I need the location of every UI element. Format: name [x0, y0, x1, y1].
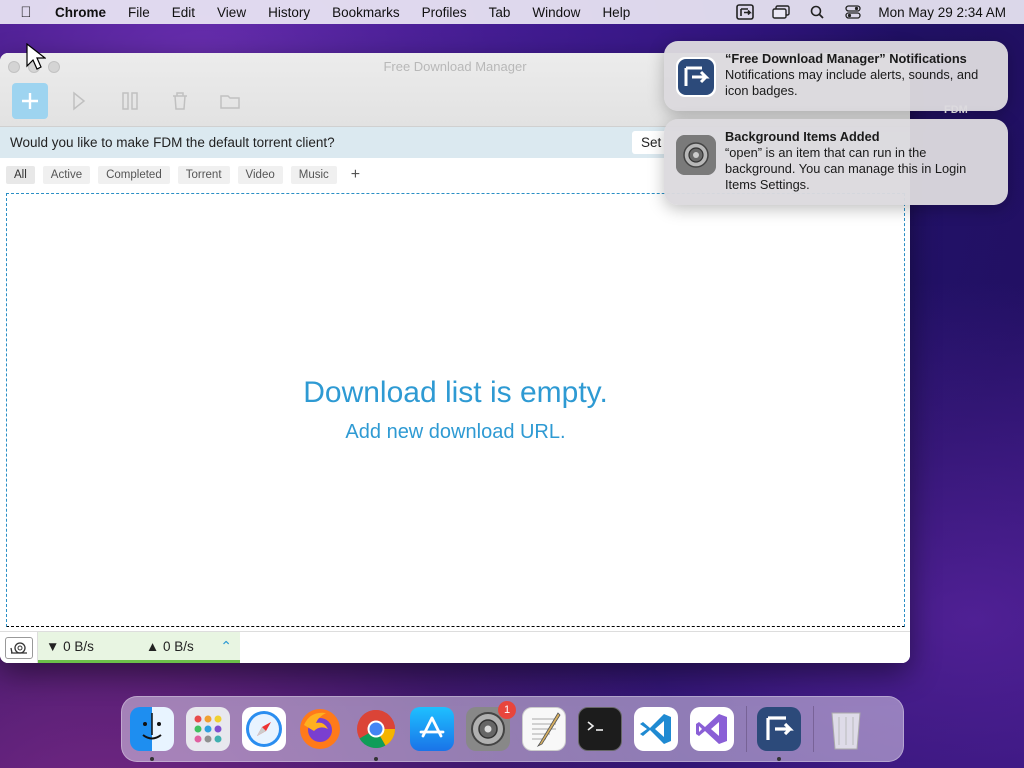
notification-title: Background Items Added	[725, 129, 880, 144]
pause-button[interactable]	[112, 83, 148, 119]
dock-separator	[746, 706, 747, 752]
menu-window[interactable]: Window	[521, 5, 591, 20]
visual-studio-icon[interactable]	[690, 707, 734, 751]
snail-icon	[4, 636, 33, 659]
finder-icon[interactable]	[130, 707, 174, 761]
firefox-icon[interactable]	[298, 707, 342, 751]
tab-all[interactable]: All	[6, 165, 35, 184]
add-download-button[interactable]	[12, 83, 48, 119]
toolbar	[12, 83, 248, 119]
system-settings-dock-icon[interactable]: 1	[466, 701, 516, 751]
tab-video[interactable]: Video	[237, 165, 283, 184]
chrome-icon[interactable]	[354, 707, 398, 761]
fdm-icon	[676, 57, 716, 97]
add-download-url-link[interactable]: Add new download URL.	[7, 421, 904, 444]
spotlight-search-icon[interactable]	[806, 4, 828, 20]
menu-bar:  Chrome File Edit View History Bookmark…	[0, 0, 1024, 24]
mouse-cursor-icon	[26, 43, 46, 70]
menu-edit[interactable]: Edit	[161, 5, 206, 20]
tab-completed[interactable]: Completed	[98, 165, 170, 184]
folder-icon	[220, 95, 240, 109]
notification-background-items[interactable]: Background Items Added “open” is an item…	[664, 119, 1008, 205]
menu-help[interactable]: Help	[591, 5, 641, 20]
terminal-icon[interactable]	[578, 707, 622, 751]
screen-mirroring-icon[interactable]	[770, 4, 792, 20]
safari-icon[interactable]	[242, 707, 286, 751]
notification-badge: 1	[498, 701, 516, 719]
launchpad-icon[interactable]	[186, 707, 230, 751]
free-download-manager-icon[interactable]	[757, 707, 801, 761]
running-indicator	[374, 757, 378, 761]
menu-file[interactable]: File	[117, 5, 161, 20]
menu-app-name[interactable]: Chrome	[44, 5, 117, 20]
play-icon	[73, 91, 86, 111]
notification-body: Notifications may include alerts, sounds…	[725, 67, 979, 98]
fdm-tray-icon[interactable]	[734, 4, 756, 20]
apple-menu-icon[interactable]: 	[8, 4, 44, 21]
vscode-icon[interactable]	[634, 707, 678, 751]
menu-profiles[interactable]: Profiles	[411, 5, 478, 20]
menu-tab[interactable]: Tab	[478, 5, 522, 20]
upload-speed: ▲ 0 B/s	[145, 638, 194, 654]
tab-torrent[interactable]: Torrent	[177, 165, 230, 184]
download-speed: ▼ 0 B/s	[46, 638, 94, 654]
trash-icon	[173, 92, 187, 110]
menu-history[interactable]: History	[257, 5, 321, 20]
resume-button[interactable]	[62, 83, 98, 119]
running-indicator	[150, 757, 154, 761]
delete-button[interactable]	[162, 83, 198, 119]
tab-music[interactable]: Music	[290, 165, 337, 184]
empty-list-title: Download list is empty.	[303, 376, 608, 409]
textedit-icon[interactable]	[522, 707, 566, 751]
notification-title: “Free Download Manager” Notifications	[725, 51, 967, 66]
pause-icon	[122, 92, 138, 110]
tab-active[interactable]: Active	[42, 165, 91, 184]
menu-bookmarks[interactable]: Bookmarks	[321, 5, 411, 20]
add-filter-button[interactable]: +	[345, 166, 366, 184]
open-folder-button[interactable]	[212, 83, 248, 119]
dock-separator	[813, 706, 814, 752]
plus-icon	[22, 93, 38, 109]
notification-fdm[interactable]: “Free Download Manager” Notifications No…	[664, 41, 1008, 111]
dock: 1	[121, 696, 904, 762]
running-indicator	[777, 757, 781, 761]
menu-view[interactable]: View	[206, 5, 257, 20]
download-drop-zone[interactable]: Download list is empty. Add new download…	[6, 193, 905, 627]
app-store-icon[interactable]	[410, 707, 454, 751]
system-settings-icon	[676, 135, 716, 175]
menu-bar-clock[interactable]: Mon May 29 2:34 AM	[878, 5, 1006, 20]
control-center-icon[interactable]	[842, 4, 864, 20]
notification-body: “open” is an item that can run in the ba…	[725, 145, 967, 192]
trash-icon[interactable]	[824, 707, 868, 751]
chevron-up-icon[interactable]: ⌃	[220, 638, 232, 655]
speed-indicator[interactable]: ▼ 0 B/s ▲ 0 B/s ⌃	[38, 632, 240, 663]
torrent-prompt-text: Would you like to make FDM the default t…	[10, 135, 335, 150]
snail-mode-toggle[interactable]	[0, 632, 38, 663]
status-bar: ▼ 0 B/s ▲ 0 B/s ⌃	[0, 631, 910, 663]
